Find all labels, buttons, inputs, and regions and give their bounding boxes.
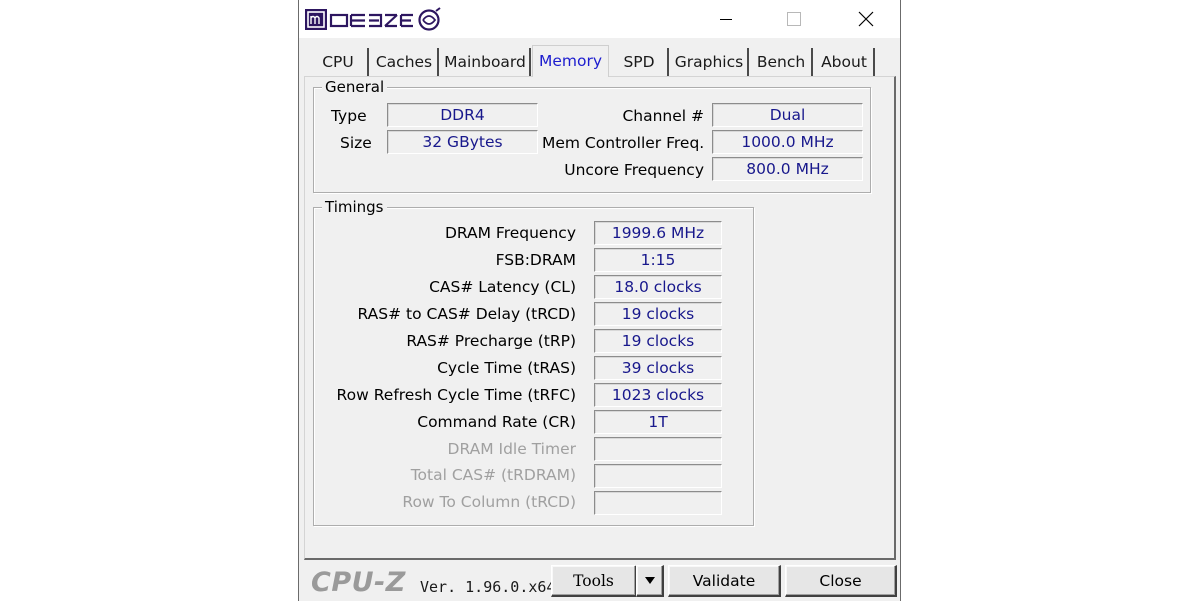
cas-latency-value: 18.0 clocks (594, 275, 722, 299)
ras-to-cas-delay-value: 19 clocks (594, 302, 722, 326)
cas-latency-label: CAS# Latency (CL) (429, 278, 576, 296)
title-bar (299, 0, 900, 38)
channel-value: Dual (712, 103, 863, 127)
version-label: Ver. 1.96.0.x64 (420, 578, 556, 596)
row-refresh-cycle-time-value: 1023 clocks (594, 383, 722, 407)
dram-frequency-value: 1999.6 MHz (594, 221, 722, 245)
tab-about[interactable]: About (815, 48, 875, 76)
cycle-time-label: Cycle Time (tRAS) (437, 359, 576, 377)
command-rate-label: Command Rate (CR) (417, 413, 576, 431)
general-group-title: General (322, 77, 388, 97)
type-label: Type (331, 107, 367, 125)
mem-controller-freq-value: 1000.0 MHz (712, 130, 863, 154)
uncore-frequency-value: 800.0 MHz (712, 157, 863, 181)
dram-frequency-label: DRAM Frequency (444, 224, 576, 242)
timings-group: Timings DRAM Frequency 1999.6 MHz FSB:DR… (313, 197, 754, 526)
row-to-column-value (594, 491, 722, 515)
close-button[interactable]: Close (785, 565, 897, 597)
fsb-dram-label: FSB:DRAM (495, 251, 576, 269)
general-group: General Type DDR4 Size 32 GBytes Channel… (313, 77, 871, 193)
maximize-icon (787, 12, 801, 26)
minimize-icon (720, 19, 732, 20)
validate-button[interactable]: Validate (668, 565, 781, 597)
tab-graphics[interactable]: Graphics (671, 48, 749, 76)
row-to-column-label: Row To Column (tRCD) (402, 493, 576, 511)
close-window-button[interactable] (832, 0, 900, 38)
dropdown-arrow-icon (644, 577, 655, 584)
timings-group-title: Timings (322, 197, 387, 217)
tab-cpu[interactable]: CPU (309, 48, 369, 76)
channel-label: Channel # (622, 107, 704, 125)
size-value: 32 GBytes (387, 130, 538, 154)
dram-idle-timer-value (594, 437, 722, 461)
ras-to-cas-delay-label: RAS# to CAS# Delay (tRCD) (357, 305, 576, 323)
tab-bench[interactable]: Bench (751, 48, 813, 76)
minimize-button[interactable] (692, 0, 760, 38)
app-logo (305, 7, 443, 32)
tab-caches[interactable]: Caches (371, 48, 439, 76)
tools-dropdown-button[interactable] (636, 565, 664, 597)
dram-idle-timer-label: DRAM Idle Timer (447, 440, 576, 458)
tab-strip: CPU Caches Mainboard Memory SPD Graphics… (307, 45, 887, 77)
close-icon (858, 11, 874, 27)
ras-precharge-value: 19 clocks (594, 329, 722, 353)
cycle-time-value: 39 clocks (594, 356, 722, 380)
size-label: Size (340, 134, 372, 152)
tab-memory[interactable]: Memory (532, 45, 609, 77)
ras-precharge-label: RAS# Precharge (tRP) (406, 332, 576, 350)
command-rate-value: 1T (594, 410, 722, 434)
maximize-button[interactable] (760, 0, 828, 38)
cpuz-window: CPU Caches Mainboard Memory SPD Graphics… (298, 0, 901, 601)
memory-tab-panel: General Type DDR4 Size 32 GBytes Channel… (304, 76, 896, 560)
tools-button[interactable]: Tools (551, 565, 637, 597)
row-refresh-cycle-time-label: Row Refresh Cycle Time (tRFC) (336, 386, 576, 404)
fsb-dram-value: 1:15 (594, 248, 722, 272)
total-cas-value (594, 464, 722, 488)
total-cas-label: Total CAS# (tRDRAM) (410, 466, 576, 484)
uncore-frequency-label: Uncore Frequency (564, 161, 704, 179)
tab-spd[interactable]: SPD (611, 48, 669, 76)
tab-mainboard[interactable]: Mainboard (441, 48, 531, 76)
cpuz-brand: CPU-Z (311, 567, 406, 598)
type-value: DDR4 (387, 103, 538, 127)
mem-controller-freq-label: Mem Controller Freq. (542, 134, 705, 152)
